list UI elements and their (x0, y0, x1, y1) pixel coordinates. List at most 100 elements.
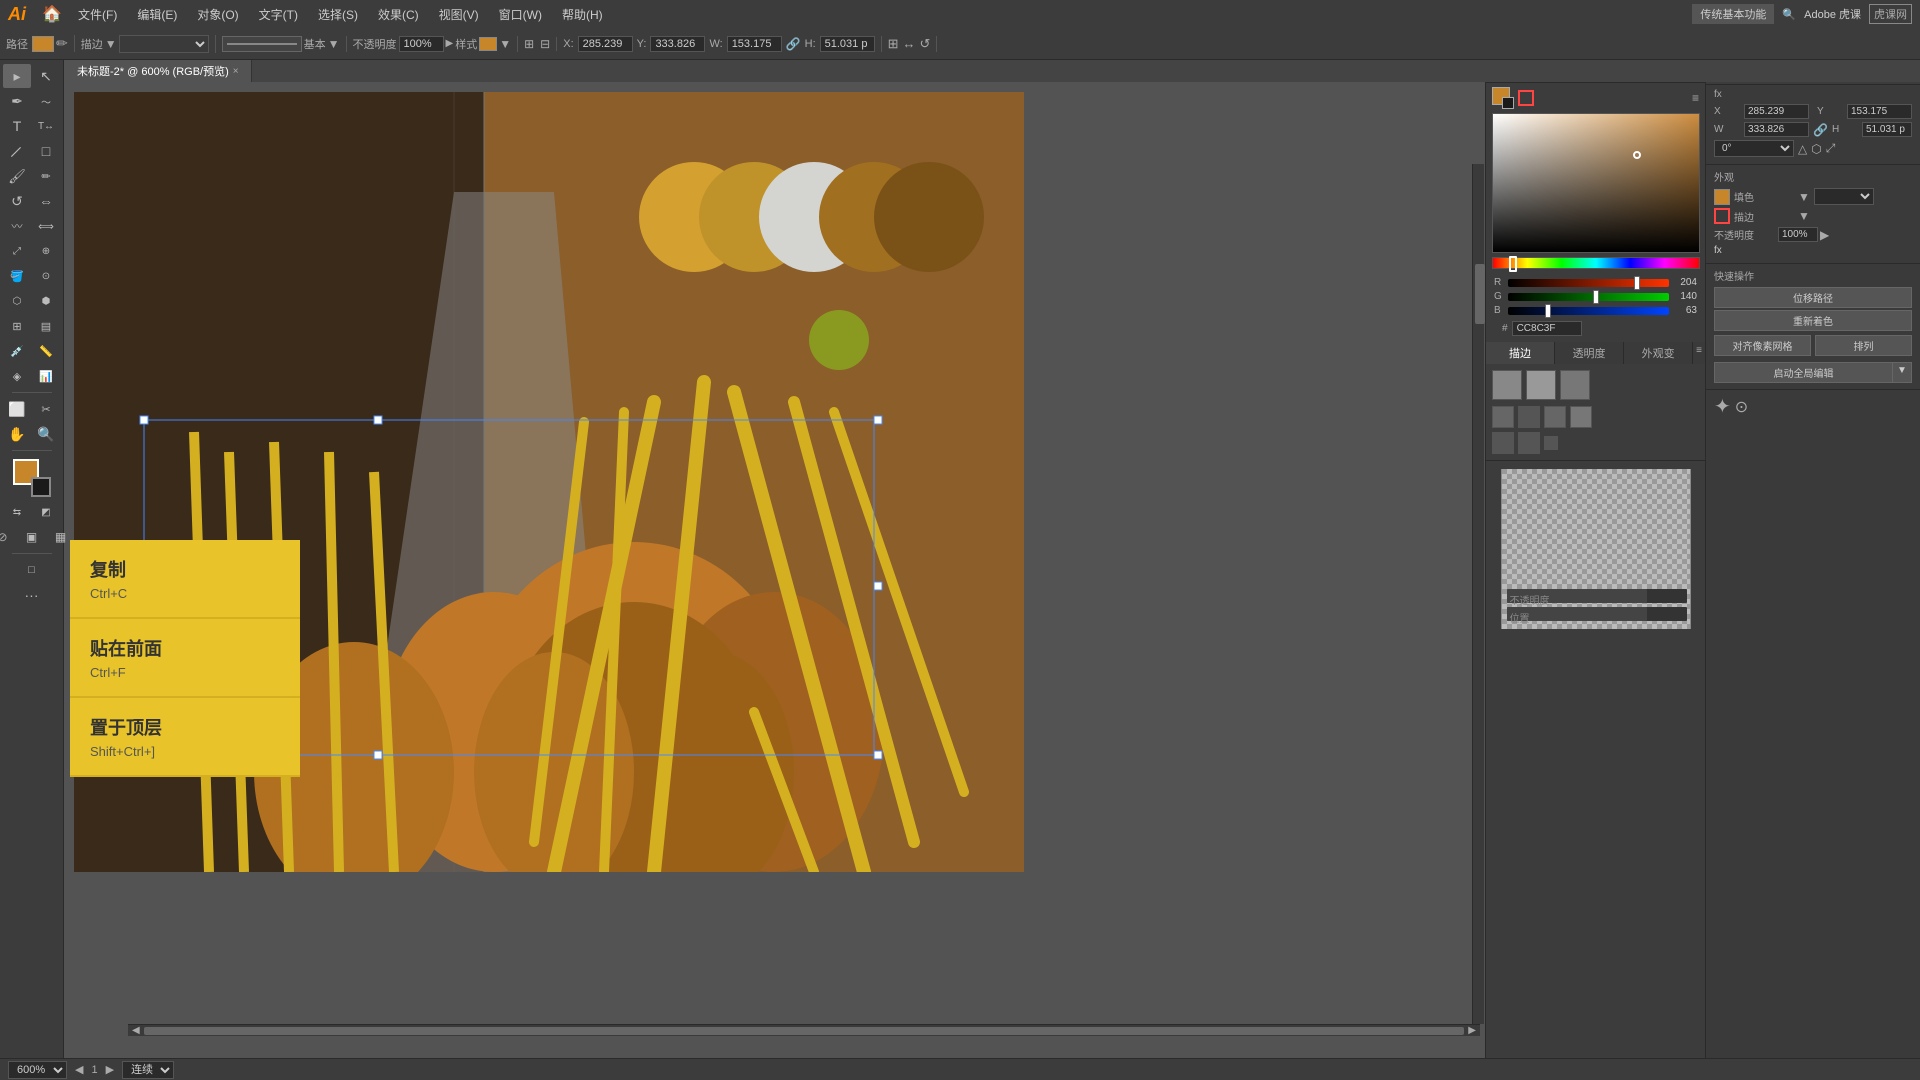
hand-tool[interactable]: ✋ (3, 422, 31, 446)
draw-mode-normal[interactable]: □ (18, 558, 46, 582)
color-gradient-picker[interactable] (1492, 113, 1700, 253)
lasso-icon[interactable]: ⊙ (1735, 397, 1748, 417)
vertical-scrollbar[interactable] (1472, 164, 1484, 1024)
menu-edit[interactable]: 编辑(E) (129, 4, 185, 25)
global-edit-dropdown-btn[interactable]: ▼ (1892, 362, 1912, 383)
menu-file[interactable]: 文件(F) (70, 4, 125, 25)
transform-y-input[interactable] (1847, 104, 1912, 119)
swap-colors-icon[interactable]: ⇆ (3, 500, 31, 524)
none-color-icon[interactable]: ⊘ (0, 525, 17, 549)
fill-dropdown-icon[interactable]: ▼ (1798, 190, 1810, 204)
blend-icon-3[interactable] (1544, 406, 1566, 428)
global-edit-btn[interactable]: 启动全局编辑 (1714, 362, 1892, 383)
curvature-tool[interactable]: 〜 (32, 89, 60, 113)
context-menu-paste-front[interactable]: 贴在前面 Ctrl+F (70, 619, 300, 698)
perspective-grid-tool[interactable]: ⬡ (3, 289, 31, 313)
transform-icon[interactable]: ⊞ (888, 36, 899, 52)
selection-tool[interactable]: ▸ (3, 64, 31, 88)
rect-tool[interactable]: □ (32, 139, 60, 163)
perspective-select-tool[interactable]: ⬢ (32, 289, 60, 313)
scroll-right-icon[interactable]: ▶ (106, 1063, 114, 1076)
arrange-btn[interactable]: 排列 (1815, 335, 1912, 356)
rotate-tool[interactable]: ↺ (3, 189, 31, 213)
hue-slider[interactable] (1492, 257, 1700, 269)
style-dropdown[interactable]: ▼ (499, 37, 511, 51)
pencil-tool[interactable]: ✏ (32, 164, 60, 188)
panel-tabs-menu[interactable]: ≡ (1693, 342, 1705, 364)
clip-icon[interactable] (1518, 432, 1540, 454)
artboard-tool[interactable]: ⬜ (3, 397, 31, 421)
stroke-color-box[interactable] (1714, 208, 1730, 224)
menu-text[interactable]: 文字(T) (251, 4, 306, 25)
live-paint-tool[interactable]: 🪣 (3, 264, 31, 288)
symbol-tool[interactable]: ◈ (3, 364, 31, 388)
mask-icon[interactable] (1544, 436, 1558, 450)
touch-type-tool[interactable]: T↔ (32, 114, 60, 138)
context-menu-copy[interactable]: 复制 Ctrl+C (70, 540, 300, 619)
fill-color-swatch[interactable] (32, 36, 54, 52)
default-colors-icon[interactable]: ◩ (32, 500, 60, 524)
scroll-left-icon[interactable]: ◀ (75, 1063, 83, 1076)
context-menu-bring-front[interactable]: 置于顶层 Shift+Ctrl+] (70, 698, 300, 777)
background-color[interactable] (31, 477, 51, 497)
link-icon[interactable]: 🔗 (786, 37, 801, 51)
gradient-fill-icon[interactable]: ▣ (18, 525, 46, 549)
transparency-tab[interactable]: 透明度 (1555, 342, 1624, 364)
transform-w-input[interactable] (1744, 122, 1809, 137)
workspace-dropdown[interactable]: 传统基本功能 (1692, 4, 1774, 24)
more-tools[interactable]: ··· (18, 583, 46, 607)
shift-path-btn[interactable]: 位移路径 (1714, 287, 1912, 308)
b-slider[interactable] (1508, 307, 1669, 315)
more-transform-icon[interactable]: ⤢ (1826, 141, 1836, 156)
mesh-tool[interactable]: ⊞ (3, 314, 31, 338)
menu-object[interactable]: 对象(O) (189, 4, 246, 25)
fill-type-dropdown[interactable] (1814, 188, 1874, 205)
rotation-input[interactable]: 0° (1714, 140, 1794, 157)
g-slider[interactable] (1508, 293, 1669, 301)
stroke-dropdown-icon[interactable]: ▼ (1798, 209, 1810, 223)
status-dropdown[interactable]: 连续 (122, 1061, 174, 1079)
stroke-type-solid[interactable] (1526, 370, 1556, 400)
brush-icon[interactable]: ✏ (56, 35, 68, 52)
eyedropper-tool[interactable]: 💉 (3, 339, 31, 363)
color-panel-close-icon[interactable]: ≡ (1692, 91, 1699, 105)
bar-chart-tool[interactable]: 📊 (32, 364, 60, 388)
opacity-input[interactable] (399, 36, 444, 52)
blend-icon-1[interactable] (1492, 406, 1514, 428)
blend-icon-4[interactable] (1570, 406, 1592, 428)
isolate-icon[interactable] (1492, 432, 1514, 454)
stroke-type-pattern[interactable] (1560, 370, 1590, 400)
reflect-tool[interactable]: ⇔ (32, 189, 60, 213)
fill-swatch-group[interactable] (1492, 87, 1514, 109)
stroke-tab[interactable]: 描边 (1486, 342, 1555, 364)
horizontal-scrollbar[interactable]: ◀ ▶ (128, 1024, 1480, 1036)
draw-mode-select[interactable] (119, 35, 209, 53)
scroll-right-btn[interactable]: ▶ (1468, 1025, 1476, 1036)
draw-mode-dropdown-icon[interactable]: ▼ (105, 37, 117, 51)
opacity-expand-icon[interactable]: ▶ (1820, 228, 1829, 242)
reflect-icon[interactable]: ↔ (903, 36, 916, 51)
menu-window[interactable]: 窗口(W) (491, 4, 550, 25)
w-input[interactable] (727, 36, 782, 52)
h-scrollbar-thumb[interactable] (144, 1027, 1465, 1035)
pen-tool[interactable]: ✒ (3, 89, 31, 113)
direct-selection-tool[interactable]: ↖ (32, 64, 60, 88)
document-tab[interactable]: 未标题-2* @ 600% (RGB/预览) × (65, 60, 252, 82)
v-scrollbar-thumb[interactable] (1475, 264, 1485, 324)
recolor-btn[interactable]: 重新着色 (1714, 310, 1912, 331)
transform-h-input[interactable] (1862, 122, 1912, 137)
x-input[interactable] (578, 36, 633, 52)
blend-icon-2[interactable] (1518, 406, 1540, 428)
stroke-dropdown-icon[interactable]: ▼ (328, 37, 340, 51)
menu-help[interactable]: 帮助(H) (554, 4, 611, 25)
stroke-type-none[interactable] (1492, 370, 1522, 400)
opacity-arrow[interactable]: ▶ (446, 38, 454, 49)
tab-close-button[interactable]: × (233, 66, 239, 77)
search-icon[interactable]: 🔍 (1782, 8, 1796, 21)
ai-sparkle-icon[interactable]: ✦ (1714, 394, 1731, 419)
transform-x-input[interactable] (1744, 104, 1809, 119)
width-tool[interactable]: ⟺ (32, 214, 60, 238)
opacity-pct-input[interactable] (1778, 227, 1818, 242)
shape-builder-tool[interactable]: ⊕ (32, 239, 60, 263)
zoom-dropdown[interactable]: 600% (8, 1061, 67, 1079)
